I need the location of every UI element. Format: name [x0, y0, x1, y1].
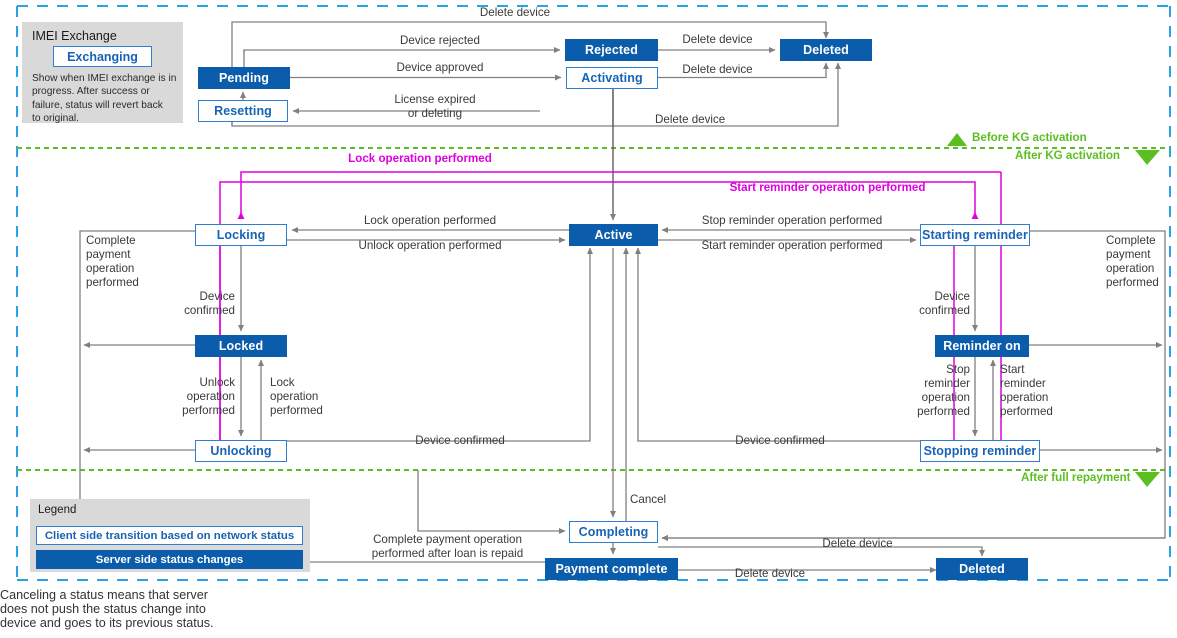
node-rejected[interactable]: Rejected — [565, 39, 658, 61]
label-delete-device-rejected: Delete device — [682, 33, 753, 46]
up-triangle-marker — [947, 133, 967, 146]
label-after-full-repayment: After full repayment — [1021, 471, 1131, 484]
label-device-approved: Device approved — [396, 61, 484, 74]
legend-title: Legend — [38, 504, 77, 516]
label-delete-device-activating: Delete device — [682, 63, 753, 76]
label-unlock-operation: Unlock operation performed — [358, 239, 502, 252]
label-complete-payment-loan: Complete payment operation performed aft… — [371, 533, 524, 561]
down-triangle-marker-kg — [1135, 150, 1160, 165]
label-delete-device-completing: Delete device — [822, 537, 893, 550]
label-device-confirmed-right: Device confirmed — [919, 290, 970, 318]
label-lock-op-performed: Lock operation performed — [270, 376, 323, 418]
down-triangle-marker-repayment — [1135, 472, 1160, 487]
node-reminder-on[interactable]: Reminder on — [935, 335, 1029, 357]
node-pending[interactable]: Pending — [198, 67, 290, 89]
label-device-rejected: Device rejected — [400, 34, 480, 47]
label-delete-device-payment: Delete device — [734, 567, 806, 580]
label-device-confirmed-bottom-left: Device confirmed — [415, 434, 505, 447]
label-complete-payment-right: Complete payment operation performed — [1106, 234, 1159, 290]
node-payment-complete[interactable]: Payment complete — [545, 558, 678, 580]
node-stopping-reminder[interactable]: Stopping reminder — [920, 440, 1040, 462]
label-start-reminder-performed: Start reminder operation performed — [1000, 363, 1053, 419]
imei-panel-note: Show when IMEI exchange is in progress. … — [32, 73, 177, 124]
node-resetting[interactable]: Resetting — [198, 100, 288, 122]
label-lock-operation: Lock operation performed — [363, 214, 497, 227]
node-locking[interactable]: Locking — [195, 224, 287, 246]
state-diagram-canvas: Pending Resetting Rejected Activating De… — [0, 0, 1177, 638]
node-active[interactable]: Active — [569, 224, 658, 246]
node-locked[interactable]: Locked — [195, 335, 287, 357]
node-starting-reminder[interactable]: Starting reminder — [920, 224, 1030, 246]
label-start-reminder-magenta: Start reminder operation performed — [729, 181, 926, 194]
label-lock-operation-magenta: Lock operation performed — [348, 152, 492, 165]
label-cancel: Cancel — [630, 493, 667, 506]
imei-panel-title: IMEI Exchange — [32, 29, 117, 43]
label-delete-device-loop: Delete device — [655, 113, 726, 126]
label-before-kg-activation: Before KG activation — [972, 131, 1087, 144]
label-unlock-op-performed: Unlock operation performed — [182, 376, 235, 418]
legend-client-side: Client side transition based on network … — [36, 526, 303, 545]
node-activating[interactable]: Activating — [566, 67, 658, 89]
label-stop-reminder-operation: Stop reminder operation performed — [701, 214, 883, 227]
node-deleted-bottom[interactable]: Deleted — [936, 558, 1028, 580]
label-start-reminder-operation: Start reminder operation performed — [701, 239, 883, 252]
node-unlocking[interactable]: Unlocking — [195, 440, 287, 462]
label-stop-reminder-performed: Stop reminder operation performed — [917, 363, 970, 419]
node-completing[interactable]: Completing — [569, 521, 658, 543]
label-after-kg-activation: After KG activation — [1015, 149, 1121, 162]
footnote-text: Canceling a status means that server doe… — [0, 588, 214, 631]
label-device-confirmed-bottom-right: Device confirmed — [735, 434, 825, 447]
label-license-expired-line1: License expired — [394, 93, 476, 106]
label-delete-device-top: Delete device — [479, 6, 551, 19]
legend-server-side: Server side status changes — [36, 550, 303, 569]
label-license-expired-line2: or deleting — [407, 107, 463, 120]
label-complete-payment-left: Complete payment operation performed — [86, 234, 139, 290]
node-deleted-top[interactable]: Deleted — [780, 39, 872, 61]
label-device-confirmed-left: Device confirmed — [184, 290, 235, 318]
chip-exchanging[interactable]: Exchanging — [53, 46, 152, 67]
